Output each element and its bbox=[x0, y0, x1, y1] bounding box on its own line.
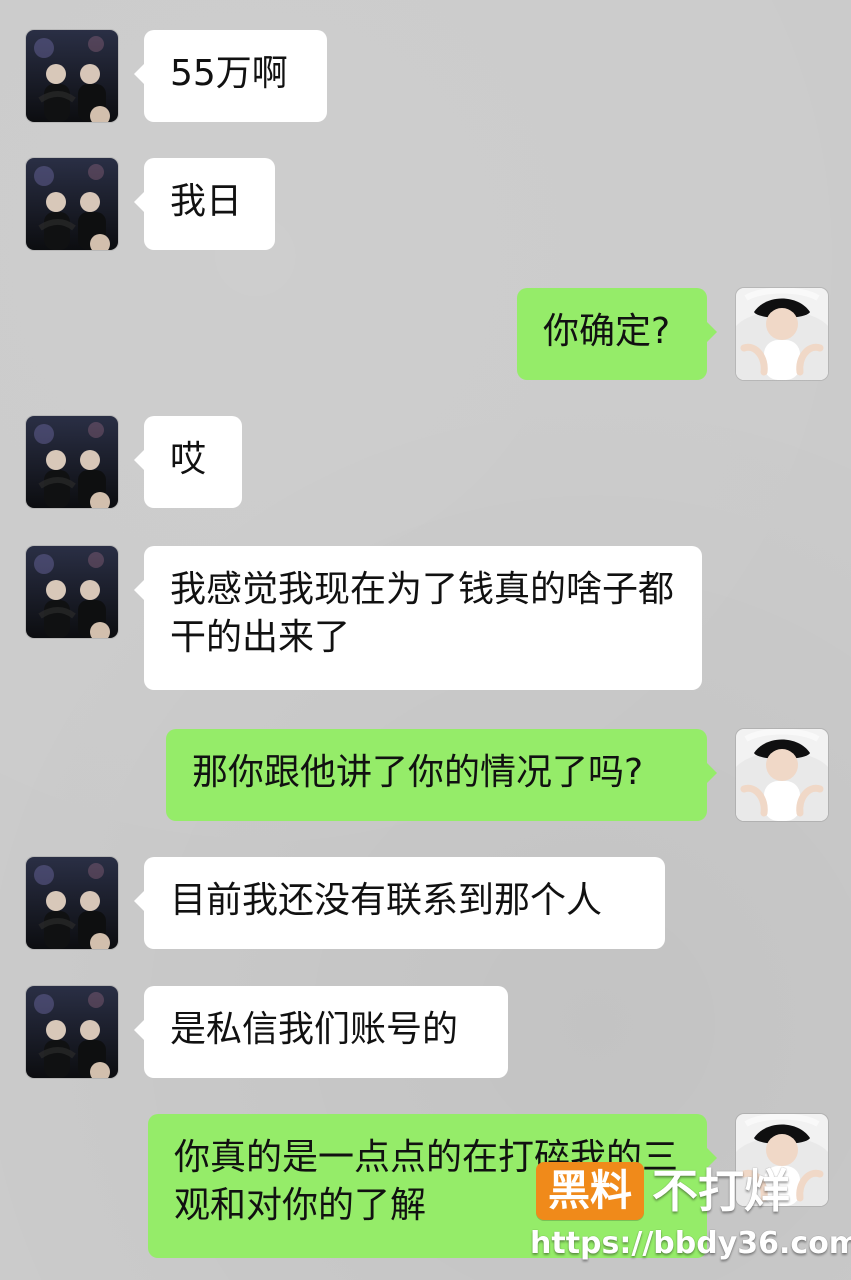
portrait-photo-icon bbox=[736, 729, 828, 821]
message-text: 那你跟他讲了你的情况了吗? bbox=[192, 752, 644, 793]
message-text: 你确定? bbox=[543, 311, 671, 352]
contact-avatar[interactable] bbox=[26, 158, 118, 250]
outgoing-message-bubble[interactable]: 那你跟他讲了你的情况了吗? bbox=[166, 729, 717, 821]
incoming-message-bubble[interactable]: 55万啊 bbox=[134, 30, 327, 122]
portrait-photo-icon bbox=[736, 1114, 828, 1206]
group-photo-icon bbox=[26, 30, 118, 122]
message-text: 55万啊 bbox=[170, 53, 288, 94]
group-photo-icon bbox=[26, 416, 118, 508]
group-photo-icon bbox=[26, 158, 118, 250]
group-photo-icon bbox=[26, 986, 118, 1078]
contact-avatar[interactable] bbox=[26, 546, 118, 638]
message-text: 我感觉我现在为了钱真的啥子都干的出来了 bbox=[170, 569, 675, 658]
message-text: 哎 bbox=[170, 439, 207, 480]
incoming-message-bubble[interactable]: 哎 bbox=[134, 416, 242, 508]
outgoing-message-bubble[interactable]: 你确定? bbox=[517, 288, 717, 380]
group-photo-icon bbox=[26, 546, 118, 638]
chat-screen: 55万啊 我日 你确定? 哎 我感觉我现在为了钱真的啥子都干的出来了 那你跟他讲… bbox=[0, 0, 851, 1280]
contact-avatar[interactable] bbox=[26, 857, 118, 949]
contact-avatar[interactable] bbox=[26, 416, 118, 508]
contact-avatar[interactable] bbox=[26, 30, 118, 122]
incoming-message-bubble[interactable]: 是私信我们账号的 bbox=[134, 986, 508, 1078]
message-text: 我日 bbox=[170, 181, 243, 222]
outgoing-message-bubble[interactable]: 你真的是一点点的在打碎我的三观和对你的了解 bbox=[148, 1114, 717, 1258]
message-text: 是私信我们账号的 bbox=[170, 1009, 459, 1050]
incoming-message-bubble[interactable]: 我日 bbox=[134, 158, 275, 250]
incoming-message-bubble[interactable]: 我感觉我现在为了钱真的啥子都干的出来了 bbox=[134, 546, 702, 690]
user-avatar[interactable] bbox=[736, 288, 828, 380]
incoming-message-bubble[interactable]: 目前我还没有联系到那个人 bbox=[134, 857, 665, 949]
portrait-photo-icon bbox=[736, 288, 828, 380]
contact-avatar[interactable] bbox=[26, 986, 118, 1078]
group-photo-icon bbox=[26, 857, 118, 949]
message-text: 你真的是一点点的在打碎我的三观和对你的了解 bbox=[174, 1137, 679, 1226]
user-avatar[interactable] bbox=[736, 1114, 828, 1206]
user-avatar[interactable] bbox=[736, 729, 828, 821]
message-text: 目前我还没有联系到那个人 bbox=[170, 880, 603, 921]
